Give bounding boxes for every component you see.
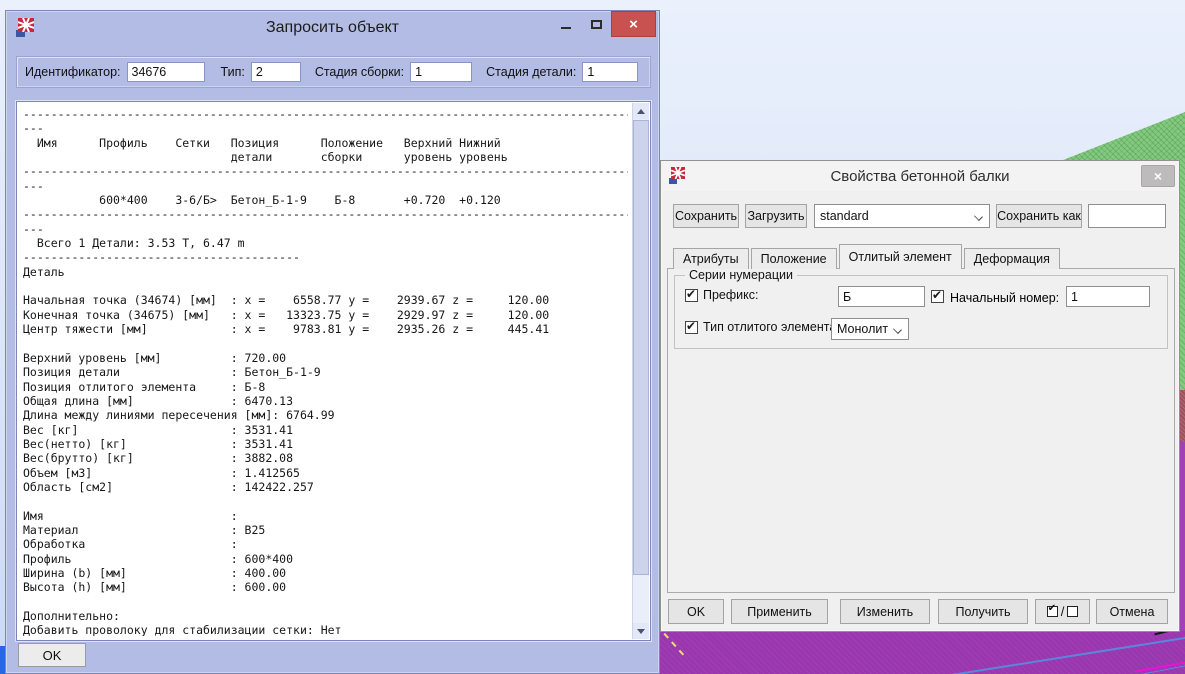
tab-position[interactable]: Положение	[751, 248, 837, 269]
profile-select[interactable]: standard	[814, 204, 990, 228]
close-button[interactable]: ×	[1141, 165, 1175, 187]
type-label: Тип:	[221, 65, 245, 79]
scene-edge-line	[656, 631, 684, 656]
tekla-logo-icon	[15, 17, 37, 39]
identifier-label: Идентификатор:	[25, 65, 121, 79]
check-icon: ✔	[932, 288, 942, 302]
scroll-up-icon	[637, 109, 645, 114]
cancel-button[interactable]: Отмена	[1096, 599, 1168, 624]
close-button[interactable]: ×	[611, 11, 656, 37]
inquire-titlebar[interactable]: Запросить объект ×	[6, 11, 659, 44]
chevron-down-icon	[893, 325, 902, 334]
modify-button[interactable]: Изменить	[840, 599, 930, 624]
scene-purple-slab	[656, 631, 1185, 674]
part-phase-label: Стадия детали:	[486, 65, 576, 79]
profile-select-value: standard	[820, 209, 869, 223]
close-icon: ×	[1154, 169, 1162, 183]
profile-toolbar: Сохранить Загрузить standard Сохранить к…	[661, 203, 1179, 229]
cast-type-row: ✔ Тип отлитого элемента	[685, 320, 1163, 334]
toggle-all-checkboxes-button[interactable]: ✔ /	[1035, 599, 1090, 624]
chevron-down-icon	[974, 212, 983, 221]
prefix-label: Префикс:	[703, 288, 759, 302]
load-button[interactable]: Загрузить	[745, 204, 807, 228]
tab-bar: Атрибуты Положение Отлитый элемент Дефор…	[673, 247, 1062, 269]
scroll-down-button[interactable]	[633, 623, 649, 639]
get-button[interactable]: Получить	[938, 599, 1028, 624]
tab-cast-unit[interactable]: Отлитый элемент	[839, 244, 962, 269]
assembly-phase-input[interactable]	[410, 62, 472, 82]
properties-titlebar[interactable]: Свойства бетонной балки ×	[661, 161, 1179, 191]
tab-content-panel: Серии нумерации ✔ Префикс: ✔ Начальный н…	[667, 268, 1175, 593]
cast-type-value: Монолит	[837, 322, 888, 336]
inquire-object-window: Запросить объект × Идентификатор: Тип: С…	[5, 10, 660, 674]
cast-type-checkbox[interactable]: ✔	[685, 321, 698, 334]
checked-box-icon: ✔	[1047, 606, 1058, 617]
window-title: Свойства бетонной балки	[661, 168, 1179, 185]
group-title: Серии нумерации	[685, 268, 797, 282]
identifier-input[interactable]	[127, 62, 205, 82]
tab-attributes[interactable]: Атрибуты	[673, 248, 749, 269]
start-number-checkbox[interactable]: ✔	[931, 290, 944, 303]
cast-type-select[interactable]: Монолит	[831, 318, 909, 340]
check-icon: ✔	[686, 287, 696, 301]
start-number-input[interactable]	[1066, 286, 1150, 307]
report-scrollbar[interactable]	[632, 103, 649, 639]
minimize-button[interactable]	[551, 11, 581, 37]
scene-green-terrain	[1058, 112, 1185, 162]
scroll-down-icon	[637, 629, 645, 634]
dialog-footer: OK Применить Изменить Получить ✔ / Отмен…	[668, 599, 1174, 624]
assembly-phase-label: Стадия сборки:	[315, 65, 404, 79]
maximize-button[interactable]	[581, 11, 611, 37]
inquiry-report-area: ----------------------------------------…	[16, 101, 651, 641]
start-number-label: Начальный номер:	[950, 291, 1059, 305]
save-as-input[interactable]	[1088, 204, 1166, 228]
scroll-up-button[interactable]	[633, 103, 649, 119]
tekla-logo-icon	[668, 166, 688, 186]
maximize-icon	[591, 20, 602, 29]
tab-deforming[interactable]: Деформация	[964, 248, 1060, 269]
slash-separator: /	[1061, 604, 1065, 619]
save-as-button[interactable]: Сохранить как	[996, 204, 1082, 228]
close-icon: ×	[629, 17, 638, 32]
minimize-icon	[561, 27, 571, 29]
save-button[interactable]: Сохранить	[673, 204, 739, 228]
numbering-series-group: Серии нумерации ✔ Префикс: ✔ Начальный н…	[674, 275, 1168, 349]
type-input[interactable]	[251, 62, 301, 82]
identifier-row: Идентификатор: Тип: Стадия сборки: Стади…	[16, 56, 651, 88]
inquiry-report-text: ----------------------------------------…	[23, 107, 628, 636]
cast-type-label: Тип отлитого элемента	[703, 320, 836, 334]
apply-button[interactable]: Применить	[731, 599, 828, 624]
prefix-input[interactable]	[838, 286, 925, 307]
unchecked-box-icon	[1067, 606, 1078, 617]
scrollbar-thumb[interactable]	[633, 120, 649, 575]
prefix-checkbox[interactable]: ✔	[685, 289, 698, 302]
check-icon: ✔	[686, 319, 696, 333]
beam-properties-window: Свойства бетонной балки × Сохранить Загр…	[660, 160, 1180, 632]
ok-button[interactable]: OK	[668, 599, 724, 624]
part-phase-input[interactable]	[582, 62, 638, 82]
ok-button[interactable]: OK	[18, 643, 86, 667]
